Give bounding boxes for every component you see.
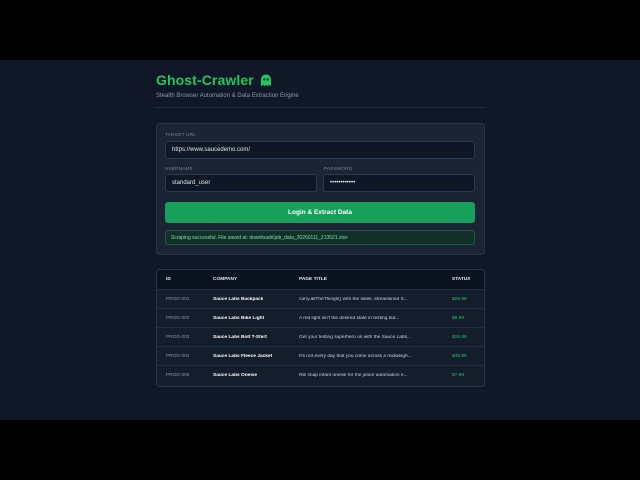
password-label: PASSWORD [324,166,353,171]
cell-company: Sauce Labs Backpack [213,297,264,302]
results-table: ID COMPANY PAGE TITLE STATUS PROD-001 Sa… [156,269,485,387]
cell-page-title: Rib snap infant onesie for the junior au… [299,373,408,378]
target-url-input[interactable]: https://www.saucedemo.com/ [165,141,475,159]
username-input[interactable]: standard_user [165,174,317,192]
header-divider [156,107,485,108]
header-company: COMPANY [213,277,238,282]
cell-status: $49.99 [452,354,467,359]
cell-status: $9.99 [452,316,465,321]
cell-page-title: Get your testing superhero on with the S… [299,335,411,340]
header-page-title: PAGE TITLE [299,277,327,282]
cell-company: Sauce Labs Fleece Jacket [213,354,273,359]
cell-status: $15.99 [452,335,467,340]
cell-page-title: A red light isn't the desired state in t… [299,316,400,321]
cell-id: PROD-005 [166,373,190,378]
cell-company: Sauce Labs Bolt T-Shirt [213,335,267,340]
password-input[interactable]: •••••••••••• [323,174,475,192]
cell-page-title: It's not every day that you come across … [299,354,412,359]
cell-page-title: carry.allTheThings() with the sleek, str… [299,297,408,302]
ghost-icon [260,74,272,87]
table-header: ID COMPANY PAGE TITLE STATUS [157,270,484,289]
table-row: PROD-002 Sauce Labs Bike Light A red lig… [157,308,484,328]
cell-company: Sauce Labs Bike Light [213,316,265,321]
login-form-card: TARGET URL https://www.saucedemo.com/ US… [156,123,485,255]
cell-status: $29.99 [452,297,467,302]
cell-id: PROD-004 [166,354,190,359]
cell-id: PROD-001 [166,297,190,302]
page-subtitle: Stealth Browser Automation & Data Extrac… [156,93,299,99]
table-row: PROD-001 Sauce Labs Backpack carry.allTh… [157,289,484,309]
table-row: PROD-005 Sauce Labs Onesie Rib snap infa… [157,365,484,385]
username-label: USERNAME [165,166,193,171]
table-row: PROD-004 Sauce Labs Fleece Jacket It's n… [157,346,484,366]
table-row: PROD-003 Sauce Labs Bolt T-Shirt Get you… [157,327,484,347]
header: Ghost-Crawler Stealth Browser Automation… [156,72,485,99]
cell-status: $7.99 [452,373,465,378]
status-message: Scraping successful. File saved at: down… [165,230,475,245]
cell-id: PROD-002 [166,316,190,321]
title-row: Ghost-Crawler [156,72,485,88]
cell-company: Sauce Labs Onesie [213,373,257,378]
login-extract-button[interactable]: Login & Extract Data [165,202,475,223]
page-title: Ghost-Crawler [156,72,254,88]
header-id: ID [166,277,171,282]
header-status: STATUS [452,277,471,282]
app-screen: Ghost-Crawler Stealth Browser Automation… [0,60,640,420]
cell-id: PROD-003 [166,335,190,340]
target-url-label: TARGET URL [165,132,197,137]
